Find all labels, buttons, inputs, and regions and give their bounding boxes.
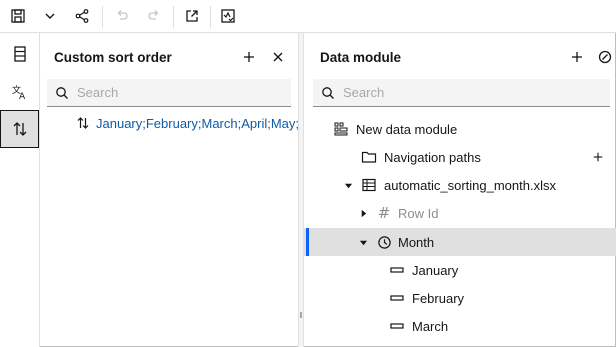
caret-right-icon[interactable] (358, 208, 368, 218)
relationships-icon[interactable] (595, 47, 615, 67)
tree-item-label: March (412, 318, 449, 334)
tree-item-label: Navigation paths (384, 149, 481, 165)
caret-down-icon[interactable] (343, 180, 353, 190)
search-icon (56, 86, 68, 99)
launch-icon[interactable] (176, 0, 208, 32)
tree-item-navigation-paths[interactable]: Navigation paths (304, 143, 616, 171)
tree-item-module[interactable]: New data module (304, 115, 616, 143)
add-icon[interactable] (239, 47, 259, 67)
table-icon (361, 177, 377, 193)
tree-item-file[interactable]: automatic_sorting_month.xlsx (304, 171, 616, 199)
tree-item-row-id[interactable]: # Row Id (304, 199, 616, 227)
data-module-icon[interactable] (0, 35, 39, 73)
data-search-input[interactable] (343, 85, 543, 100)
close-icon[interactable] (268, 47, 288, 67)
tree-item-label: January (412, 262, 459, 278)
sort-entry[interactable]: January;February;March;April;May;June;Ju… (76, 115, 298, 131)
tree-item-label: Row Id (398, 205, 439, 221)
tree-item-month[interactable]: Month (304, 228, 616, 256)
toolbar-separator (102, 6, 103, 28)
data-search-field[interactable] (313, 79, 610, 107)
folder-icon (361, 149, 377, 165)
splitter-grip[interactable] (300, 312, 302, 318)
translate-icon[interactable]: 文A (0, 73, 39, 111)
tree-item-label: February (412, 290, 465, 306)
data-module-node-icon (333, 121, 349, 137)
undo-icon[interactable] (106, 0, 138, 32)
tree-item-member[interactable]: March (304, 312, 616, 340)
sort-entry-label: January;February;March;April;May;June;Ju… (96, 115, 298, 131)
caret-down-icon[interactable] (358, 237, 368, 247)
tree-item-label: New data module (356, 121, 458, 137)
sort-search-input[interactable] (77, 85, 277, 100)
toolbar-separator (173, 6, 174, 28)
hash-icon: # (377, 204, 391, 222)
clock-icon (376, 234, 392, 250)
tree-item-label: Month (398, 234, 435, 250)
share-icon[interactable] (66, 0, 98, 32)
search-icon (322, 86, 334, 99)
data-panel-title: Data module (320, 50, 402, 65)
sort-order-icon[interactable] (0, 110, 39, 148)
chevron-down-icon[interactable] (34, 0, 66, 32)
tree-item-member[interactable]: January (304, 256, 616, 284)
tree-item-label: automatic_sorting_month.xlsx (384, 177, 556, 193)
svg-text:A: A (19, 92, 26, 101)
sort-search-field[interactable] (47, 79, 291, 107)
add-icon[interactable] (590, 149, 606, 165)
sort-arrows-icon (77, 117, 89, 129)
toolbar (0, 0, 616, 33)
member-icon (389, 290, 405, 306)
member-icon (389, 262, 405, 278)
sort-panel-title: Custom sort order (54, 50, 172, 65)
side-rail: 文A (0, 33, 40, 347)
add-icon[interactable] (567, 47, 587, 67)
toolbar-separator (210, 6, 211, 28)
member-icon (389, 318, 405, 334)
validate-icon[interactable] (212, 0, 244, 32)
tree-item-member[interactable]: February (304, 284, 616, 312)
save-icon[interactable] (2, 0, 34, 32)
redo-icon[interactable] (138, 0, 170, 32)
